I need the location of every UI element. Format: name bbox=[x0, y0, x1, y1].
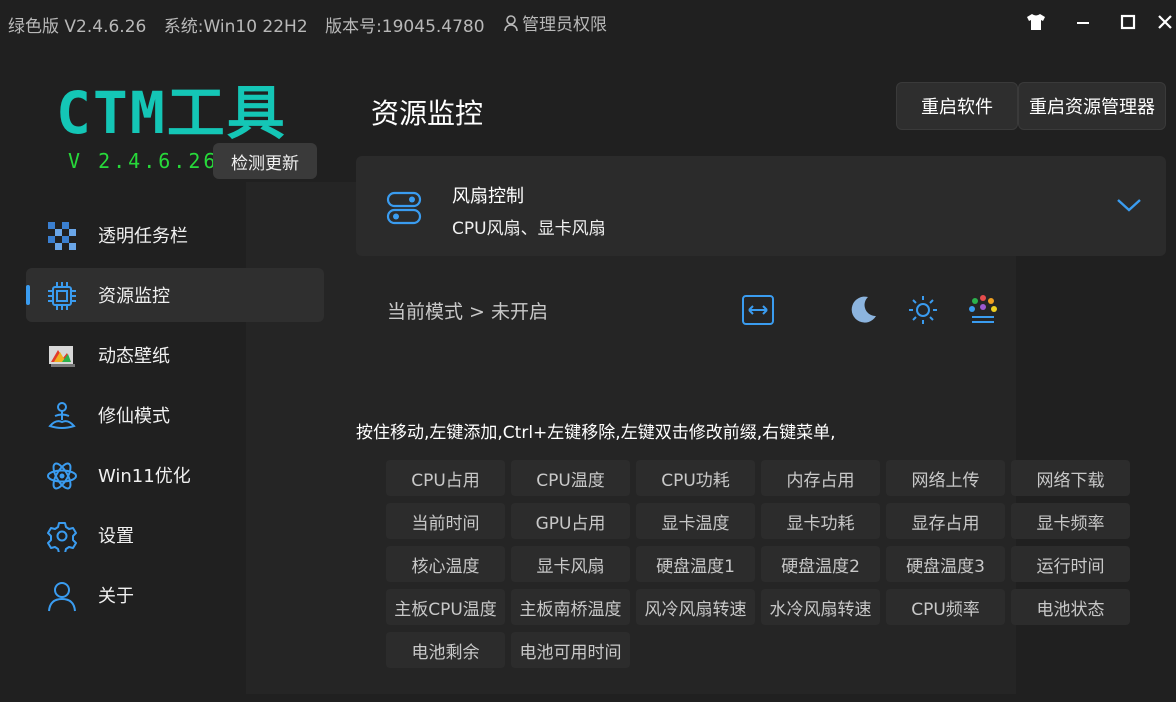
sidebar-item-transparent-taskbar[interactable]: 透明任务栏 bbox=[26, 208, 324, 262]
check-update-button[interactable]: 检测更新 bbox=[213, 143, 317, 179]
tshirt-icon bbox=[1027, 14, 1045, 30]
edition-label: 绿色版 V2.4.6.26 bbox=[8, 16, 147, 37]
current-mode-label: 当前模式 > 未开启 bbox=[387, 301, 548, 323]
gear-icon bbox=[47, 522, 77, 552]
sidebar-item-settings[interactable]: 设置 bbox=[26, 508, 324, 562]
horizontal-resize-icon bbox=[742, 295, 774, 325]
fan-control-icon bbox=[386, 191, 422, 225]
app-logo: CTM工具 bbox=[56, 79, 287, 147]
monitor-item[interactable]: 网络下载 bbox=[1011, 460, 1130, 496]
sidebar-nav: 透明任务栏 资源监控 动态壁纸 修仙模式 Win11优化 设置 关于 bbox=[26, 208, 324, 628]
restart-explorer-button[interactable]: 重启资源管理器 bbox=[1018, 82, 1166, 130]
monitor-item[interactable]: 电池状态 bbox=[1011, 589, 1130, 625]
taskbar-icon bbox=[48, 222, 76, 250]
chip-icon bbox=[48, 282, 76, 310]
user-icon bbox=[48, 582, 76, 612]
maximize-icon bbox=[1120, 14, 1136, 30]
mode-color-button[interactable] bbox=[965, 292, 1001, 328]
fan-control-subtitle: CPU风扇、显卡风扇 bbox=[452, 219, 606, 239]
restart-app-button[interactable]: 重启软件 bbox=[896, 82, 1018, 130]
atom-icon bbox=[47, 462, 77, 490]
monitor-item[interactable]: 硬盘温度1 bbox=[636, 546, 755, 582]
moon-icon bbox=[851, 296, 876, 323]
fan-control-title: 风扇控制 bbox=[452, 186, 524, 207]
monitor-item[interactable]: CPU频率 bbox=[886, 589, 1005, 625]
system-info: 绿色版 V2.4.6.26 系统:Win10 22H2 版本号:19045.47… bbox=[8, 10, 631, 37]
monitor-item[interactable]: 显卡功耗 bbox=[761, 503, 880, 539]
monitor-item[interactable]: 当前时间 bbox=[386, 503, 505, 539]
monitor-item[interactable]: 电池剩余 bbox=[386, 632, 505, 668]
usage-hint: 按住移动,左键添加,Ctrl+左键移除,左键双击修改前缀,右键菜单, bbox=[356, 423, 836, 443]
sidebar-item-win11-optimize[interactable]: Win11优化 bbox=[26, 448, 324, 502]
maximize-button[interactable] bbox=[1113, 8, 1143, 36]
monitor-item[interactable]: 电池可用时间 bbox=[511, 632, 630, 668]
admin-user-icon bbox=[504, 14, 518, 31]
monitor-item[interactable]: 显卡温度 bbox=[636, 503, 755, 539]
admin-indicator: 管理员权限 bbox=[502, 10, 619, 35]
monitor-item[interactable]: 水冷风扇转速 bbox=[761, 589, 880, 625]
wallpaper-icon bbox=[49, 346, 75, 367]
sun-icon bbox=[909, 296, 937, 324]
monitor-item[interactable]: 风冷风扇转速 bbox=[636, 589, 755, 625]
app-version: V 2.4.6.26 bbox=[68, 149, 219, 173]
sidebar-item-label: 关于 bbox=[98, 586, 134, 607]
monitor-item[interactable]: GPU占用 bbox=[511, 503, 630, 539]
close-icon bbox=[1158, 15, 1172, 29]
fan-control-card[interactable]: 风扇控制 CPU风扇、显卡风扇 bbox=[356, 156, 1166, 256]
mode-day-button[interactable] bbox=[905, 292, 941, 328]
mode-horizontal-button[interactable] bbox=[740, 292, 776, 328]
sidebar-item-label: Win11优化 bbox=[98, 466, 191, 487]
sidebar-item-label: 动态壁纸 bbox=[98, 346, 170, 367]
monitor-item[interactable]: 显存占用 bbox=[886, 503, 1005, 539]
sidebar-item-label: 设置 bbox=[98, 526, 134, 547]
close-button[interactable] bbox=[1150, 8, 1176, 36]
monitor-item[interactable]: 主板CPU温度 bbox=[386, 589, 505, 625]
sidebar-item-cultivation-mode[interactable]: 修仙模式 bbox=[26, 388, 324, 442]
sidebar-item-label: 资源监控 bbox=[98, 286, 170, 307]
monitor-item[interactable]: 显卡风扇 bbox=[511, 546, 630, 582]
monitor-item[interactable]: 网络上传 bbox=[886, 460, 1005, 496]
monitor-item[interactable]: CPU占用 bbox=[386, 460, 505, 496]
monitor-item[interactable]: CPU温度 bbox=[511, 460, 630, 496]
sidebar-item-dynamic-wallpaper[interactable]: 动态壁纸 bbox=[26, 328, 324, 382]
system-label: 系统:Win10 22H2 bbox=[163, 16, 308, 37]
chevron-down-icon[interactable] bbox=[1116, 196, 1142, 214]
mode-night-button[interactable] bbox=[845, 292, 881, 328]
admin-label: 管理员权限 bbox=[521, 15, 607, 35]
monitor-item[interactable]: 内存占用 bbox=[761, 460, 880, 496]
page-title: 资源监控 bbox=[371, 97, 484, 130]
monitor-item[interactable]: 硬盘温度2 bbox=[761, 546, 880, 582]
monitor-item[interactable]: 运行时间 bbox=[1011, 546, 1130, 582]
palette-icon bbox=[969, 295, 997, 323]
sidebar-item-label: 透明任务栏 bbox=[98, 226, 188, 247]
monitor-item[interactable]: 硬盘温度3 bbox=[886, 546, 1005, 582]
sidebar-item-about[interactable]: 关于 bbox=[26, 568, 324, 622]
monitor-item[interactable]: 显卡频率 bbox=[1011, 503, 1130, 539]
monitor-item[interactable]: 核心温度 bbox=[386, 546, 505, 582]
meditation-icon bbox=[48, 402, 76, 429]
skin-button[interactable] bbox=[1021, 8, 1051, 36]
monitor-item[interactable]: CPU功耗 bbox=[636, 460, 755, 496]
minimize-button[interactable] bbox=[1068, 8, 1098, 36]
sidebar-item-resource-monitor[interactable]: 资源监控 bbox=[26, 268, 324, 322]
build-label: 版本号:19045.4780 bbox=[325, 16, 485, 37]
title-bar: 绿色版 V2.4.6.26 系统:Win10 22H2 版本号:19045.47… bbox=[0, 0, 1176, 44]
minimize-icon bbox=[1077, 22, 1089, 24]
sidebar-item-label: 修仙模式 bbox=[98, 406, 170, 427]
monitor-item[interactable]: 主板南桥温度 bbox=[511, 589, 630, 625]
